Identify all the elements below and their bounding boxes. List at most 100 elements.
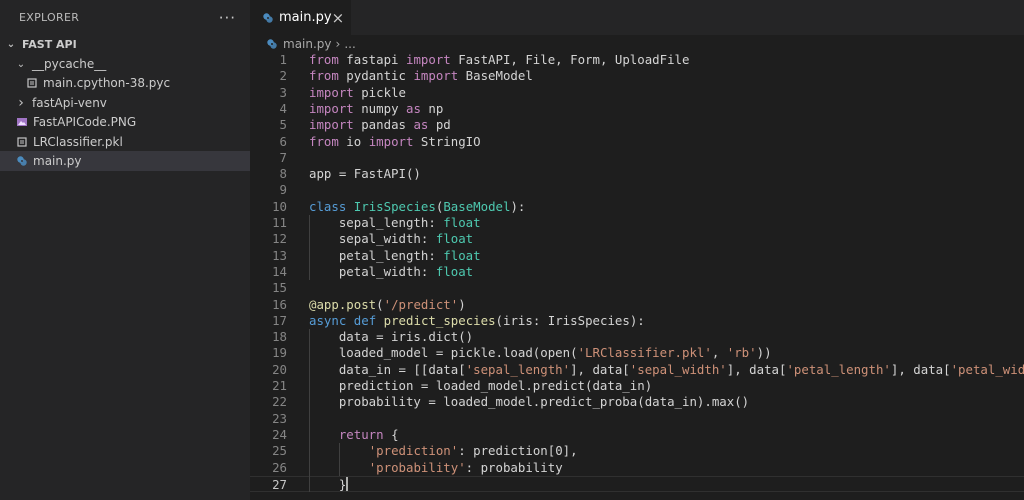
code-line[interactable]: 16 @app.post('/predict') (250, 297, 1024, 313)
code-line[interactable]: 10 class IrisSpecies(BaseModel): (250, 199, 1024, 215)
tree-item-label: __pycache__ (32, 57, 107, 72)
code-line[interactable]: 26 'probability': probability (250, 460, 1024, 476)
code-token: pickle (353, 84, 406, 100)
line-number: 6 (279, 133, 287, 149)
code-text: from io import StringIO (309, 134, 481, 150)
breadcrumb-file[interactable]: main.py (283, 37, 332, 51)
code-token: pandas (353, 117, 414, 133)
code-line[interactable]: 7 (250, 150, 1024, 166)
code-token: float (435, 231, 474, 247)
code-line[interactable]: 24 return { (250, 427, 1024, 443)
code-text: sepal_width: float (309, 231, 473, 247)
code-line[interactable]: 18 data = iris.dict() (250, 329, 1024, 345)
line-number: 27 (272, 476, 287, 492)
code-line[interactable]: 20 data_in = [[data['sepal_length'], dat… (250, 362, 1024, 378)
line-number: 18 (272, 329, 287, 345)
code-token: as (413, 117, 429, 133)
code-text: sepal_length: float (309, 215, 481, 231)
code-token: 'sepal_length' (465, 361, 571, 377)
breadcrumb-rest[interactable]: ... (344, 37, 355, 51)
code-line[interactable]: 17 async def predict_species(iris: IrisSp… (250, 313, 1024, 329)
code-token: { (383, 426, 399, 442)
code-line[interactable]: 11 sepal_length: float (250, 215, 1024, 231)
code-line[interactable]: 12 sepal_width: float (250, 231, 1024, 247)
code-token: ) (458, 296, 466, 312)
line-number: 23 (272, 410, 287, 426)
code-token: ( (376, 296, 384, 312)
tab-main-py[interactable]: main.py × (250, 0, 351, 35)
code-token: '/predict' (383, 296, 459, 312)
code-token: ], data[ (726, 361, 787, 377)
tree-item-fastapi-venv[interactable]: › fastApi-venv (0, 93, 250, 112)
breadcrumb: main.py › ... (266, 35, 356, 52)
chevron-down-icon: ⌄ (16, 58, 26, 70)
code-token: 'petal_length' (786, 361, 891, 377)
code-token: sepal_width: (309, 231, 436, 247)
line-number: 11 (272, 215, 287, 230)
tree-item-label: main.cpython-38.pyc (43, 76, 171, 91)
code-text: data_in = [[data['sepal_length'], data['… (309, 362, 1024, 378)
file-icon (16, 136, 28, 148)
code-line[interactable]: 6 from io import StringIO (250, 134, 1024, 150)
folder-root-label: FAST API (22, 38, 77, 52)
code-line[interactable]: 13 petal_length: float (250, 248, 1024, 264)
code-line[interactable]: 27 } (250, 475, 1024, 493)
folder-root[interactable]: ⌄ FAST API (0, 35, 250, 54)
code-token: ): (510, 198, 526, 214)
code-line[interactable]: 3 import pickle (250, 85, 1024, 101)
code-text: probability = loaded_model.predict_proba… (309, 394, 749, 410)
code-line[interactable]: 1 from fastapi import FastAPI, File, Form… (250, 52, 1024, 68)
code-text: @app.post('/predict') (309, 297, 466, 313)
code-token: petal_length: (309, 247, 444, 263)
python-file-icon (266, 38, 278, 50)
line-number: 13 (272, 247, 287, 263)
code-line[interactable]: 5 import pandas as pd (250, 117, 1024, 133)
code-token: loaded_model = pickle.load(open( (309, 345, 578, 361)
code-token: 'rb' (726, 345, 757, 361)
code-line[interactable]: 14 petal_width: float (250, 264, 1024, 280)
breadcrumb-separator: › (335, 36, 341, 51)
line-number: 14 (272, 263, 287, 279)
more-actions-icon[interactable]: ··· (219, 9, 236, 27)
code-line[interactable]: 2 from pydantic import BaseModel (250, 68, 1024, 84)
line-number: 22 (272, 394, 287, 410)
code-line[interactable]: 8 app = FastAPI() (250, 166, 1024, 182)
code-line[interactable]: 15 (250, 280, 1024, 296)
code-line[interactable]: 4 import numpy as np (250, 101, 1024, 117)
code-editor[interactable]: 1 from fastapi import FastAPI, File, Form… (250, 52, 1024, 500)
code-line[interactable]: 21 prediction = loaded_model.predict(dat… (250, 378, 1024, 394)
code-line[interactable]: 25 'prediction': prediction[0], (250, 443, 1024, 459)
code-line[interactable]: 23 (250, 411, 1024, 427)
tree-item-label: FastAPICode.PNG (33, 115, 137, 130)
tree-item-lrclassifier-pkl[interactable]: LRClassifier.pkl (0, 132, 250, 151)
code-token: BaseModel (458, 68, 533, 84)
code-token: pydantic (338, 68, 414, 84)
code-line[interactable]: 19 loaded_model = pickle.load(open('LRCl… (250, 345, 1024, 361)
chevron-right-icon: › (18, 94, 24, 111)
code-text: async def predict_species(iris: IrisSpec… (309, 313, 645, 329)
tree-item-pycache[interactable]: ⌄ __pycache__ (0, 54, 250, 73)
code-text: loaded_model = pickle.load(open('LRClass… (309, 345, 772, 361)
code-line[interactable]: 22 probability = loaded_model.predict_pr… (250, 394, 1024, 410)
code-text: petal_length: float (309, 248, 481, 264)
code-token: import (368, 133, 414, 149)
code-line[interactable]: 9 (250, 182, 1024, 198)
tree-item-fastapicode-png[interactable]: FastAPICode.PNG (0, 113, 250, 132)
tree-item-main-py[interactable]: main.py (0, 151, 250, 171)
code-token: from (309, 52, 339, 67)
tree-item-main-cpython-38-pyc[interactable]: main.cpython-38.pyc (0, 74, 250, 93)
line-number: 8 (279, 166, 287, 182)
code-text: 'prediction': prediction[0], (309, 443, 578, 459)
file-tree: ⌄ __pycache__ main.cpython-38.pyc › fastApi-… (0, 54, 250, 171)
code-token: async (309, 312, 347, 328)
code-token: import (309, 100, 354, 116)
tree-item-label: main.py (33, 154, 82, 169)
line-number: 15 (272, 280, 287, 296)
code-text: } (309, 477, 346, 493)
code-token: sepal_length: (309, 215, 444, 230)
close-icon[interactable]: × (332, 9, 345, 27)
code-token: ], data[ (890, 361, 951, 377)
explorer-title: EXPLORER (19, 11, 80, 24)
code-token: def (353, 312, 377, 328)
